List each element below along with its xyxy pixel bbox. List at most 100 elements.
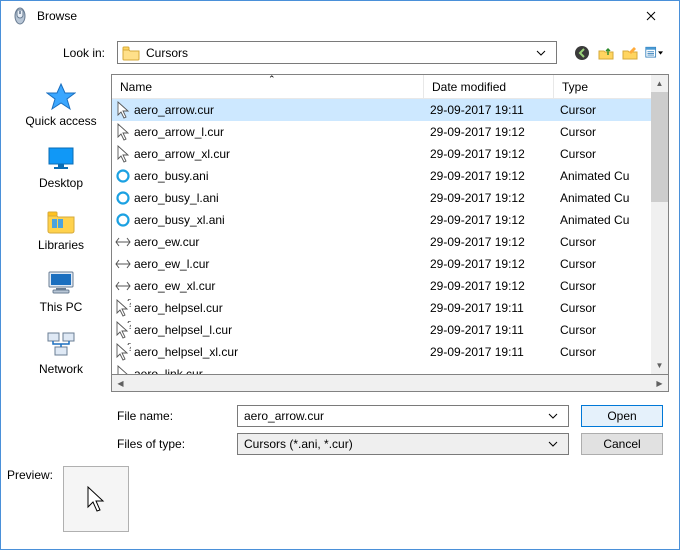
scroll-thumb[interactable]: [651, 92, 668, 202]
scroll-down-icon[interactable]: ▼: [651, 357, 668, 374]
file-date: 29-09-2017 19:12: [424, 169, 554, 183]
column-headers: ⌃ Name Date modified Type: [112, 75, 668, 99]
file-name: aero_helpsel.cur: [132, 301, 424, 315]
libraries-icon: [45, 204, 77, 236]
lookin-combo[interactable]: Cursors: [117, 41, 557, 64]
scroll-up-icon[interactable]: ▲: [651, 75, 668, 92]
scroll-left-icon[interactable]: ◀: [112, 379, 129, 388]
lookin-value: Cursors: [146, 46, 536, 60]
lookin-row: Look in: Cursors: [11, 37, 669, 74]
desktop-icon: [45, 142, 77, 174]
file-name: aero_link.cur: [132, 367, 424, 374]
file-row[interactable]: aero_arrow.cur29-09-2017 19:11Cursor: [112, 99, 668, 121]
file-row[interactable]: ?aero_helpsel_xl.cur29-09-2017 19:11Curs…: [112, 341, 668, 363]
filter-value: Cursors (*.ani, *.cur): [244, 437, 548, 451]
file-list-pane: ⌃ Name Date modified Type aero_arrow.cur…: [111, 74, 669, 375]
file-date: 29-09-2017 19:11: [424, 301, 554, 315]
nav-back-button[interactable]: [573, 44, 591, 62]
place-label: This PC: [40, 300, 83, 314]
svg-text:?: ?: [127, 299, 131, 310]
file-date: 29-09-2017 19:12: [424, 191, 554, 205]
file-row[interactable]: aero_link.cur: [112, 363, 668, 374]
file-type-icon: [112, 123, 132, 141]
file-name: aero_busy_l.ani: [132, 191, 424, 205]
filename-input[interactable]: aero_arrow.cur: [237, 405, 569, 427]
file-date: 29-09-2017 19:12: [424, 235, 554, 249]
file-row[interactable]: ?aero_helpsel_l.cur29-09-2017 19:11Curso…: [112, 319, 668, 341]
file-type-icon: [112, 237, 132, 247]
file-date: 29-09-2017 19:12: [424, 279, 554, 293]
file-row[interactable]: ?aero_helpsel.cur29-09-2017 19:11Cursor: [112, 297, 668, 319]
file-type-icon: [112, 145, 132, 163]
filename-label: File name:: [117, 409, 225, 423]
up-one-level-button[interactable]: [597, 44, 615, 62]
lookin-toolbar: [563, 44, 663, 62]
chevron-down-icon: [548, 413, 562, 419]
file-date: 29-09-2017 19:11: [424, 345, 554, 359]
place-libraries[interactable]: Libraries: [17, 204, 105, 252]
file-type-icon: ?: [112, 321, 132, 339]
close-icon: [646, 11, 656, 21]
places-bar: Quick access Desktop Libraries This PC Netwo…: [11, 74, 111, 392]
file-row[interactable]: aero_ew.cur29-09-2017 19:12Cursor: [112, 231, 668, 253]
vertical-scrollbar[interactable]: ▲ ▼: [651, 75, 668, 374]
place-quick-access[interactable]: Quick access: [17, 80, 105, 128]
file-name: aero_ew_xl.cur: [132, 279, 424, 293]
place-network[interactable]: Network: [17, 328, 105, 376]
svg-text:?: ?: [127, 343, 131, 354]
file-row[interactable]: aero_arrow_xl.cur29-09-2017 19:12Cursor: [112, 143, 668, 165]
file-type-icon: [112, 365, 132, 374]
sort-indicator-icon: ⌃: [268, 74, 276, 85]
file-type-icon: ?: [112, 343, 132, 361]
chevron-down-icon: [548, 441, 562, 447]
view-menu-button[interactable]: [645, 44, 663, 62]
file-row[interactable]: aero_ew_l.cur29-09-2017 19:12Cursor: [112, 253, 668, 275]
file-type-icon: [112, 169, 132, 183]
file-type-icon: [112, 101, 132, 119]
place-label: Libraries: [38, 238, 84, 252]
filter-label: Files of type:: [117, 437, 225, 451]
new-folder-button[interactable]: [621, 44, 639, 62]
preview-label: Preview:: [7, 466, 53, 482]
open-button[interactable]: Open: [581, 405, 663, 427]
file-row[interactable]: aero_busy.ani29-09-2017 19:12Animated Cu: [112, 165, 668, 187]
column-date-modified[interactable]: Date modified: [424, 75, 554, 99]
filename-value: aero_arrow.cur: [244, 409, 548, 423]
place-label: Quick access: [25, 114, 96, 128]
file-name: aero_busy.ani: [132, 169, 424, 183]
chevron-down-icon: [536, 50, 552, 56]
filter-combo[interactable]: Cursors (*.ani, *.cur): [237, 433, 569, 455]
file-name: aero_helpsel_xl.cur: [132, 345, 424, 359]
file-type-icon: [112, 281, 132, 291]
file-row[interactable]: aero_busy_l.ani29-09-2017 19:12Animated …: [112, 187, 668, 209]
close-button[interactable]: [631, 2, 671, 30]
network-icon: [45, 328, 77, 360]
file-name: aero_helpsel_l.cur: [132, 323, 424, 337]
lookin-label: Look in:: [17, 46, 111, 60]
place-label: Desktop: [39, 176, 83, 190]
quick-access-icon: [45, 80, 77, 112]
file-date: 29-09-2017 19:11: [424, 323, 554, 337]
file-name: aero_arrow_xl.cur: [132, 147, 424, 161]
app-icon: [11, 7, 29, 25]
horizontal-scrollbar[interactable]: ◀ ▶: [111, 375, 669, 392]
file-row[interactable]: aero_arrow_l.cur29-09-2017 19:12Cursor: [112, 121, 668, 143]
title-bar: Browse: [1, 1, 679, 31]
file-date: 29-09-2017 19:12: [424, 147, 554, 161]
file-list: aero_arrow.cur29-09-2017 19:11Cursoraero…: [112, 99, 668, 374]
file-date: 29-09-2017 19:12: [424, 257, 554, 271]
file-type-icon: ?: [112, 299, 132, 317]
cancel-button[interactable]: Cancel: [581, 433, 663, 455]
cursor-arrow-icon: [86, 485, 106, 513]
preview-box: [63, 466, 129, 532]
place-this-pc[interactable]: This PC: [17, 266, 105, 314]
scroll-right-icon[interactable]: ▶: [651, 379, 668, 388]
place-desktop[interactable]: Desktop: [17, 142, 105, 190]
file-row[interactable]: aero_ew_xl.cur29-09-2017 19:12Cursor: [112, 275, 668, 297]
title-text: Browse: [37, 9, 631, 23]
file-row[interactable]: aero_busy_xl.ani29-09-2017 19:12Animated…: [112, 209, 668, 231]
file-type-icon: [112, 259, 132, 269]
folder-icon: [122, 44, 140, 62]
svg-text:?: ?: [127, 321, 131, 332]
file-name: aero_arrow_l.cur: [132, 125, 424, 139]
